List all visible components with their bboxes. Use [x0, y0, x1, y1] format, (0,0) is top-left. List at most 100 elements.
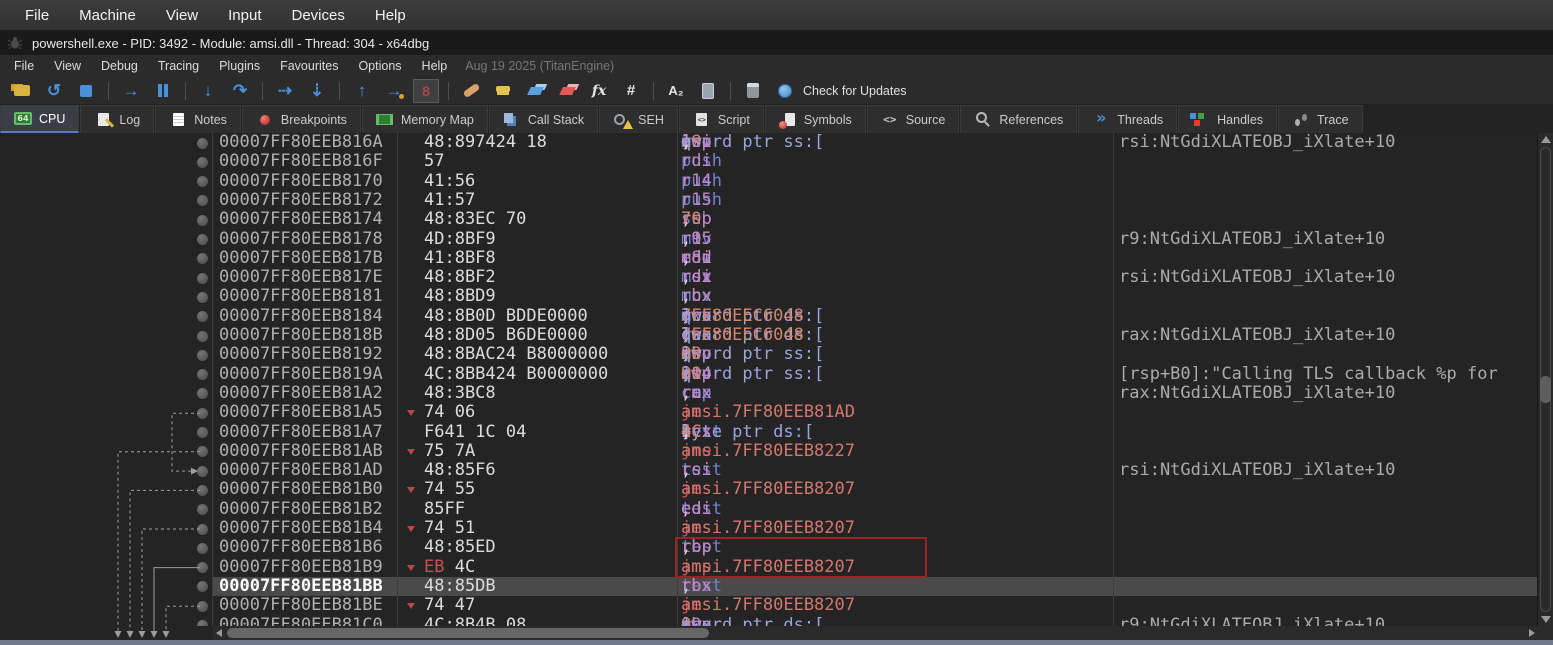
- tab-script[interactable]: Script: [679, 105, 764, 133]
- scroll-right-icon[interactable]: [1529, 629, 1535, 637]
- tab-symbols[interactable]: Symbols: [765, 105, 866, 133]
- tab-label: Log: [119, 113, 140, 127]
- restart-icon[interactable]: [41, 79, 67, 103]
- vm-menu-devices[interactable]: Devices: [277, 0, 360, 31]
- scrollbar-thumb[interactable]: [1540, 376, 1551, 403]
- vm-menu-machine[interactable]: Machine: [64, 0, 151, 31]
- disasm-row[interactable]: 00007FF80EEB81A7F641 1C 04test byte ptr …: [0, 423, 1538, 443]
- vm-menu-help[interactable]: Help: [360, 0, 421, 31]
- disasm-row[interactable]: 00007FF80EEB818148:8BD9mov rbx,rcx: [0, 287, 1538, 307]
- stop-icon[interactable]: [73, 79, 99, 103]
- tab-handles[interactable]: Handles: [1178, 105, 1277, 133]
- update-check-label[interactable]: Check for Updates: [803, 84, 907, 98]
- disasm-row[interactable]: 00007FF80EEB817B41:8BF8mov edi,r8d: [0, 249, 1538, 269]
- bytes-cell: 41:56: [424, 172, 475, 192]
- open-folder-icon[interactable]: [9, 79, 35, 103]
- animate-icon[interactable]: [413, 79, 439, 103]
- disasm-row[interactable]: 00007FF80EEB81A574 06je amsi.7FF80EEB81A…: [0, 403, 1538, 423]
- app-menu-plugins[interactable]: Plugins: [209, 59, 270, 73]
- fx-icon[interactable]: [586, 79, 612, 103]
- vm-menu-file[interactable]: File: [10, 0, 64, 31]
- disasm-row[interactable]: 00007FF80EEB81A248:3BC8cmp rcx,raxrax:Nt…: [0, 384, 1538, 404]
- step-out-icon[interactable]: [304, 79, 330, 103]
- toolbar-separator: [653, 82, 654, 100]
- address-cell: 00007FF80EEB8184: [219, 307, 383, 327]
- run-icon[interactable]: [118, 79, 144, 103]
- disasm-row[interactable]: 00007FF80EEB816A48:897424 18mov qword pt…: [0, 133, 1538, 153]
- pause-icon[interactable]: [150, 79, 176, 103]
- bytes-cell: 75 7A: [424, 442, 475, 462]
- vm-menu-input[interactable]: Input: [213, 0, 276, 31]
- horizontal-scrollbar[interactable]: [213, 626, 1538, 640]
- comment-icon[interactable]: [490, 79, 516, 103]
- run-to-user-icon[interactable]: [381, 79, 407, 103]
- tab-cpu[interactable]: CPU: [0, 105, 79, 133]
- disasm-row[interactable]: 00007FF80EEB816F57push rdi: [0, 152, 1538, 172]
- scrollbar-thumb[interactable]: [227, 628, 709, 638]
- breakpoint-icon: [256, 112, 274, 128]
- font-size-icon[interactable]: [663, 79, 689, 103]
- run-dotted-icon[interactable]: [272, 79, 298, 103]
- app-menu-help[interactable]: Help: [412, 59, 458, 73]
- label-blue-icon[interactable]: [522, 79, 548, 103]
- disasm-row[interactable]: 00007FF80EEB81AB75 7Ajne amsi.7FF80EEB82…: [0, 442, 1538, 462]
- disasm-row[interactable]: 00007FF80EEB817E48:8BF2mov rsi,rdxrsi:Nt…: [0, 268, 1538, 288]
- disasm-row[interactable]: 00007FF80EEB817241:57push r15: [0, 191, 1538, 211]
- tab-source[interactable]: Source: [867, 105, 960, 133]
- disasm-row[interactable]: 00007FF80EEB817448:83EC 70sub rsp,70: [0, 210, 1538, 230]
- disasm-row[interactable]: 00007FF80EEB818B48:8D05 B6DE0000lea rax,…: [0, 326, 1538, 346]
- disasm-row[interactable]: 00007FF80EEB819248:8BAC24 B8000000mov rb…: [0, 345, 1538, 365]
- bytes-cell: 48:8BF2: [424, 268, 496, 288]
- address-cell: 00007FF80EEB8172: [219, 191, 383, 211]
- disasm-row[interactable]: 00007FF80EEB81784D:8BF9mov r15,r9r9:NtGd…: [0, 230, 1538, 250]
- disasm-row[interactable]: 00007FF80EEB817041:56push r14: [0, 172, 1538, 192]
- tab-call-stack[interactable]: Call Stack: [489, 105, 598, 133]
- app-menu-file[interactable]: File: [4, 59, 44, 73]
- toolbar-separator: [185, 82, 186, 100]
- tab-notes[interactable]: Notes: [155, 105, 241, 133]
- hash-icon[interactable]: [618, 79, 644, 103]
- tab-seh[interactable]: SEH: [599, 105, 678, 133]
- disasm-row[interactable]: 00007FF80EEB81B074 55je amsi.7FF80EEB820…: [0, 480, 1538, 500]
- vm-menu-view[interactable]: View: [151, 0, 213, 31]
- label-red-icon[interactable]: [554, 79, 580, 103]
- log-icon: [94, 112, 112, 128]
- tab-log[interactable]: Log: [80, 105, 154, 133]
- disassembly-pane: 00007FF80EEB816A48:897424 18mov qword pt…: [0, 133, 1553, 640]
- disasm-row[interactable]: 00007FF80EEB81B285FFtest edi,edi: [0, 500, 1538, 520]
- disasm-row[interactable]: 00007FF80EEB818448:8B0D BDDE0000mov rcx,…: [0, 307, 1538, 327]
- calculator-icon[interactable]: [740, 79, 766, 103]
- bytes-cell: 48:8B0D BDDE0000: [424, 307, 588, 327]
- update-check-icon[interactable]: [772, 79, 798, 103]
- app-menu-debug[interactable]: Debug: [91, 59, 148, 73]
- window-titlebar[interactable]: powershell.exe - PID: 3492 - Module: ams…: [0, 31, 1553, 55]
- execute-till-return-icon[interactable]: [349, 79, 375, 103]
- scroll-up-icon[interactable]: [1541, 136, 1551, 143]
- column-separator: [397, 133, 398, 626]
- app-menu-view[interactable]: View: [44, 59, 91, 73]
- scroll-left-icon[interactable]: [216, 629, 222, 637]
- app-menu-tracing[interactable]: Tracing: [148, 59, 209, 73]
- step-over-icon[interactable]: [227, 79, 253, 103]
- disasm-row[interactable]: 00007FF80EEB819A4C:8BB424 B0000000mov r1…: [0, 365, 1538, 385]
- disasm-row[interactable]: 00007FF80EEB81AD48:85F6test rsi,rsirsi:N…: [0, 461, 1538, 481]
- tab-memory-map[interactable]: Memory Map: [362, 105, 488, 133]
- vertical-scrollbar[interactable]: [1537, 133, 1553, 626]
- disasm-row[interactable]: 00007FF80EEB81B474 51je amsi.7FF80EEB820…: [0, 519, 1538, 539]
- cpu-icon: [14, 111, 32, 127]
- disasm-row[interactable]: 00007FF80EEB81BE74 47je amsi.7FF80EEB820…: [0, 596, 1538, 616]
- scroll-down-icon[interactable]: [1541, 616, 1551, 623]
- tab-trace[interactable]: Trace: [1278, 105, 1363, 133]
- app-menu-options[interactable]: Options: [348, 59, 411, 73]
- comment-cell: rsi:NtGdiXLATEOBJ_iXlate+10: [1119, 133, 1395, 153]
- app-menu-favourites[interactable]: Favourites: [270, 59, 348, 73]
- tab-threads[interactable]: Threads: [1078, 105, 1177, 133]
- disasm-row[interactable]: 00007FF80EEB81BB48:85DBtest rbx,rbx: [0, 577, 1538, 597]
- patch-icon[interactable]: [458, 79, 484, 103]
- disasm-row[interactable]: 00007FF80EEB81C04C:8B4B 08mov r9,qword p…: [0, 616, 1538, 627]
- debuggee-icon[interactable]: [695, 79, 721, 103]
- tab-breakpoints[interactable]: Breakpoints: [242, 105, 361, 133]
- address-cell: 00007FF80EEB81B9: [219, 558, 383, 578]
- step-into-icon[interactable]: [195, 79, 221, 103]
- tab-references[interactable]: References: [960, 105, 1077, 133]
